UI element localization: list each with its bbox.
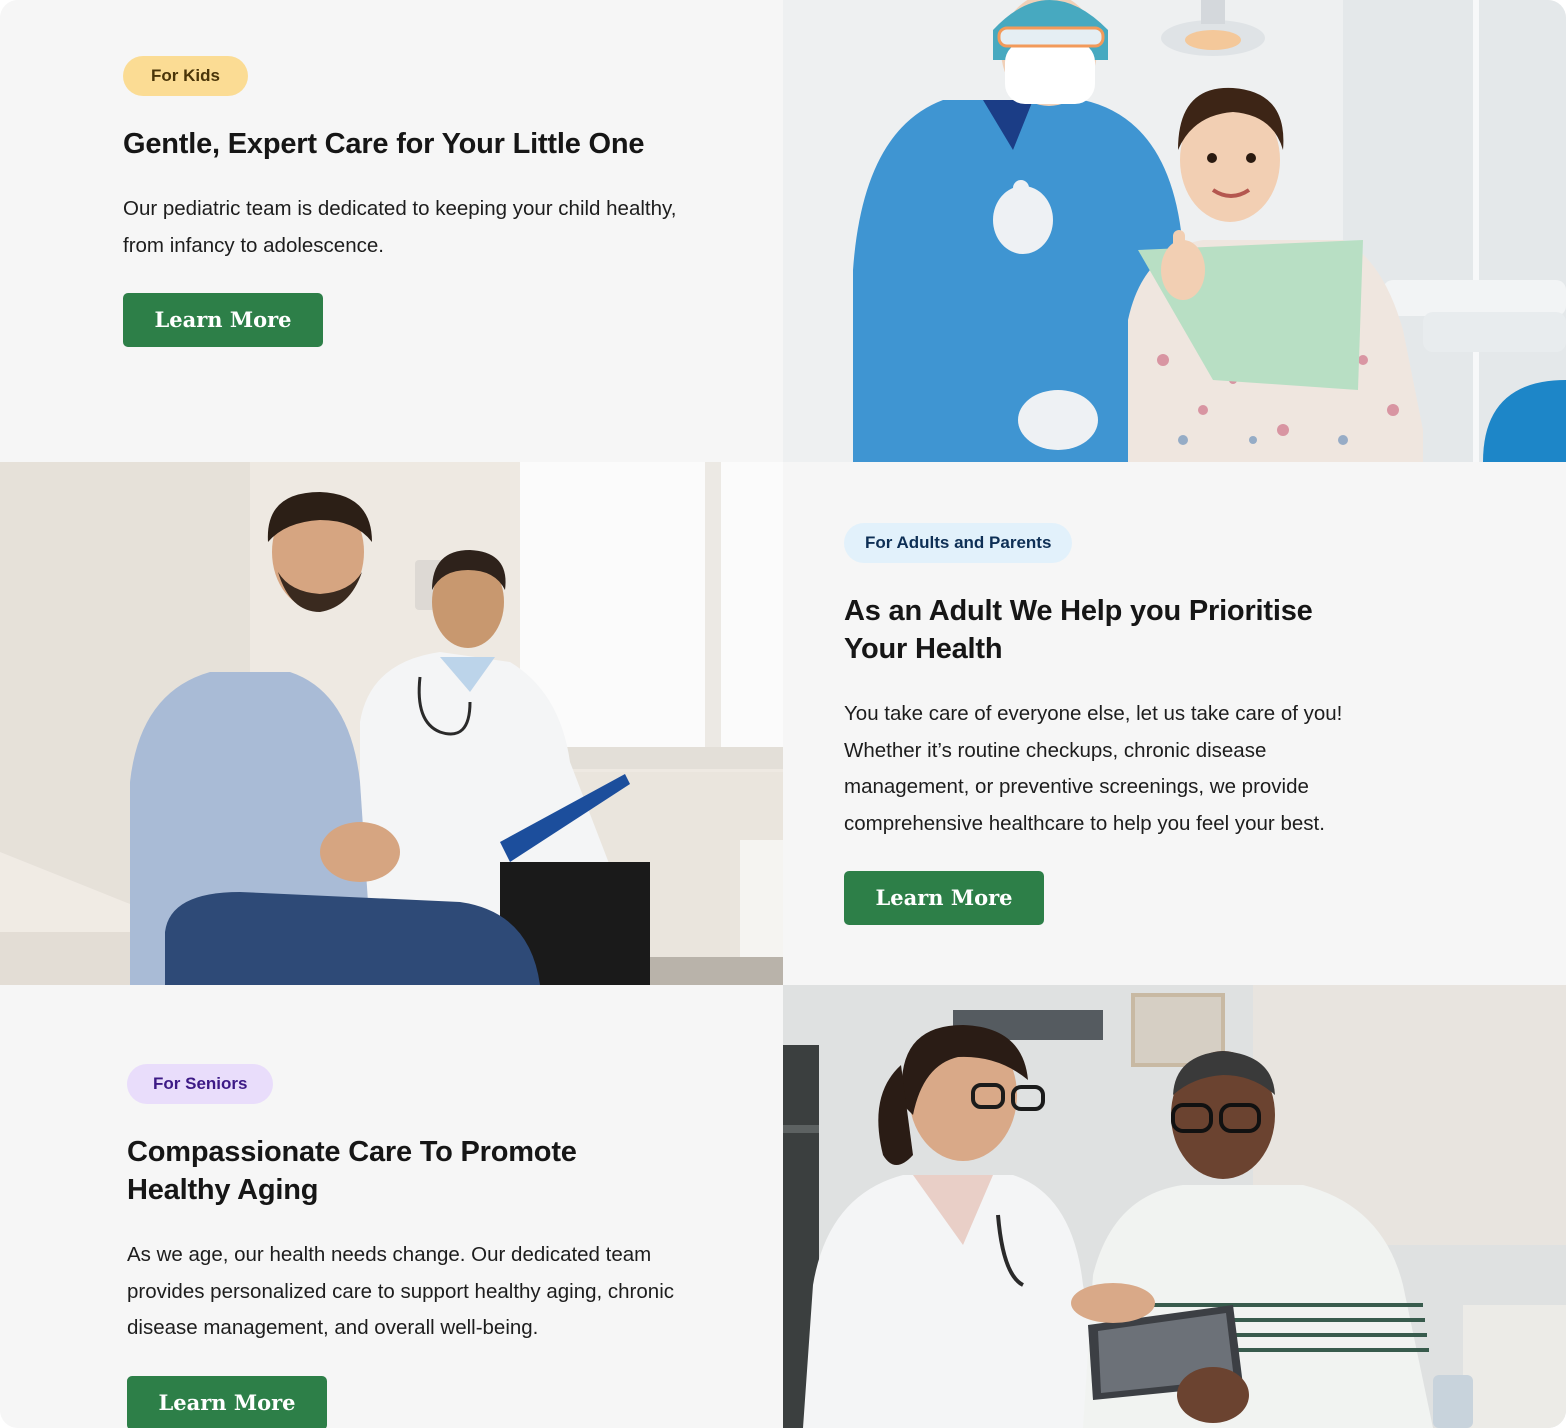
kids-description: Our pediatric team is dedicated to keepi… — [123, 197, 677, 257]
kids-section: For Kids Gentle, Expert Care for Your Li… — [0, 0, 1566, 462]
kids-title: Gentle, Expert Care for Your Little One — [123, 128, 645, 160]
adults-section: For Adults and Parents As an Adult We He… — [0, 462, 1566, 985]
kids-dentist-photo — [783, 0, 1566, 462]
kids-badge: For Kids — [123, 56, 248, 96]
seniors-badge: For Seniors — [127, 1064, 274, 1104]
seniors-learn-more-button[interactable]: Learn More — [127, 1375, 327, 1428]
seniors-consultation-photo — [783, 985, 1566, 1428]
adults-description: You take care of everyone else, let us t… — [844, 702, 1343, 835]
seniors-text-panel: For Seniors Compassionate Care To Promot… — [0, 985, 783, 1428]
kids-learn-more-button[interactable]: Learn More — [123, 293, 323, 347]
audience-sections: For Kids Gentle, Expert Care for Your Li… — [0, 0, 1566, 1428]
seniors-description: As we age, our health needs change. Our … — [127, 1243, 674, 1339]
adults-title: As an Adult We Help you Prioritise Your … — [844, 595, 1313, 665]
adults-badge: For Adults and Parents — [844, 523, 1073, 563]
seniors-section: For Seniors Compassionate Care To Promot… — [0, 985, 1566, 1428]
adults-text-panel: For Adults and Parents As an Adult We He… — [783, 462, 1566, 985]
adults-consultation-photo — [0, 462, 783, 985]
adults-learn-more-button[interactable]: Learn More — [844, 871, 1044, 925]
kids-text-panel: For Kids Gentle, Expert Care for Your Li… — [0, 0, 783, 462]
seniors-title: Compassionate Care To Promote Healthy Ag… — [127, 1136, 577, 1206]
